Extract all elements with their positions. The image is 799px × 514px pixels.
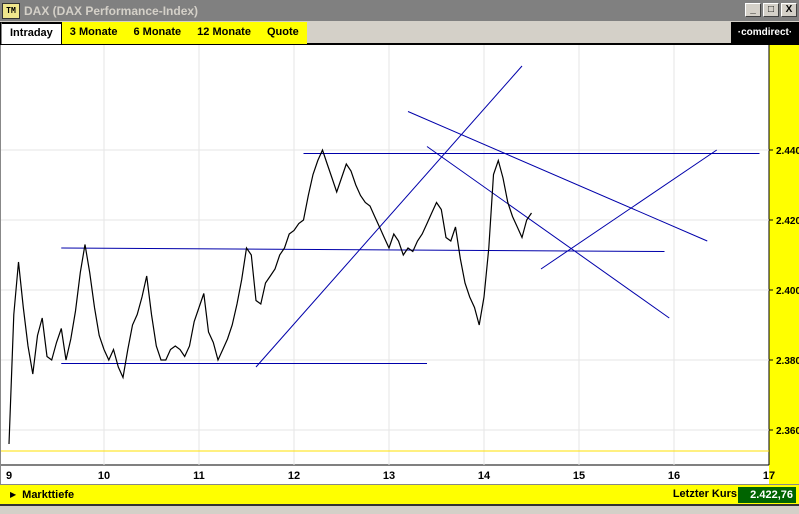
x-tick-label: 17 [763,470,775,482]
x-tick-label: 15 [573,470,585,482]
tab-intraday[interactable]: Intraday [1,22,62,44]
tab-6-monate[interactable]: 6 Monate [125,22,189,44]
x-tick-label: 9 [6,470,12,482]
trend-line [407,111,708,242]
close-button[interactable]: X [781,3,797,17]
y-tick-label: 2.360 [776,426,799,437]
x-tick-label: 11 [193,470,205,482]
x-tick-label: 14 [478,470,491,482]
price-chart: 9 10 11 12 13 14 15 16 17 2.440 2.420 2.400 2.380 2.3… [1,45,799,484]
tab-3-monate[interactable]: 3 Monate [62,22,126,44]
comdirect-logo: ·comdirect· [731,22,799,44]
bottom-strip [0,504,799,514]
maximize-button[interactable]: □ [763,3,779,17]
y-axis-panel [769,45,799,484]
app-icon: TM [2,2,20,19]
tab-12-monate[interactable]: 12 Monate [189,22,259,44]
period-tabs: Intraday 3 Monate 6 Monate 12 Monate Quo… [0,22,307,44]
tab-bar: Intraday 3 Monate 6 Monate 12 Monate Quo… [0,21,799,45]
letzter-kurs-label: Letzter Kurs [672,488,737,500]
chart-area: 9 10 11 12 13 14 15 16 17 2.440 2.420 2.400 2.380 2.3… [0,45,799,484]
y-tick-label: 2.380 [776,356,799,367]
y-tick-label: 2.440 [776,146,799,157]
x-tick-label: 10 [98,470,110,482]
letzter-kurs-value: 2.422,76 [738,487,796,503]
x-tick-label: 12 [288,470,300,482]
window-title: DAX (DAX Performance-Index) [24,3,199,18]
expand-arrow-icon[interactable]: ▶ [10,490,16,499]
title-bar: TM DAX (DAX Performance-Index) _ □ X [0,0,799,21]
footer-bar: ▶ Markttiefe Letzter Kurs 2.422,76 [0,484,799,504]
x-tick-label: 16 [668,470,680,482]
y-tick-label: 2.400 [776,286,799,297]
tab-quote[interactable]: Quote [259,22,307,44]
minimize-button[interactable]: _ [745,3,761,17]
y-tick-label: 2.420 [776,216,799,227]
markttiefe-link[interactable]: Markttiefe [22,489,74,501]
window-controls: _ □ X [745,3,797,17]
x-tick-label: 13 [383,470,395,482]
price-series-line [8,148,532,445]
